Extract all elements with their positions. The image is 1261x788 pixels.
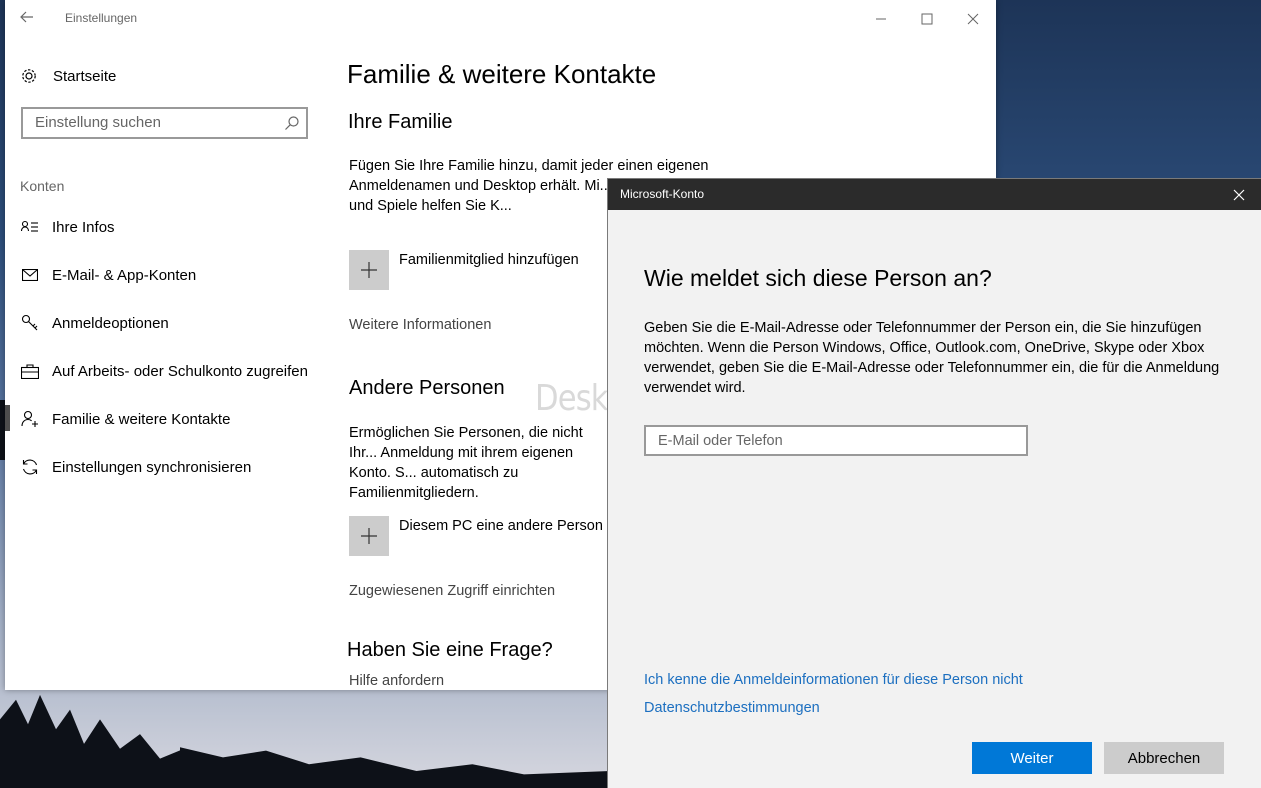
person-info-icon	[20, 217, 40, 237]
maximize-icon	[921, 13, 933, 25]
add-other-person-button[interactable]: Diesem PC eine andere Person h...	[399, 518, 627, 534]
sync-icon	[20, 457, 40, 477]
sidebar-item-arbeits-schulkonto[interactable]: Auf Arbeits- oder Schulkonto zugreifen	[20, 356, 340, 386]
sidebar-item-familie-kontakte[interactable]: Familie & weitere Kontakte	[20, 404, 340, 434]
add-family-member-tile[interactable]	[349, 250, 389, 290]
plus-icon	[361, 528, 377, 544]
dialog-description: Geben Sie die E-Mail-Adresse oder Telefo…	[644, 320, 1220, 396]
family-heading: Ihre Familie	[348, 111, 453, 133]
email-phone-input[interactable]	[656, 432, 1020, 450]
settings-search-input[interactable]	[33, 113, 277, 132]
more-info-link[interactable]: Weitere Informationen	[349, 317, 491, 333]
sidebar-item-label: E-Mail- & App-Konten	[52, 266, 197, 284]
next-button[interactable]: Weiter	[972, 742, 1092, 774]
question-heading: Haben Sie eine Frage?	[347, 639, 553, 661]
sidebar-item-label: Auf Arbeits- oder Schulkonto zugreifen	[52, 362, 308, 380]
home-nav-item[interactable]: Startseite	[20, 62, 116, 90]
key-icon	[20, 313, 40, 333]
back-button[interactable]	[19, 9, 39, 29]
gear-icon	[22, 69, 36, 83]
section-label-konten: Konten	[20, 178, 65, 194]
dialog-close-button[interactable]	[1224, 183, 1254, 207]
sidebar-item-label: Anmeldeoptionen	[52, 314, 169, 332]
dialog-titlebar: Microsoft-Konto	[608, 179, 1261, 210]
no-signin-info-link[interactable]: Ich kenne die Anmeldeinformationen für d…	[644, 672, 1023, 688]
add-other-person-tile[interactable]	[349, 516, 389, 556]
briefcase-icon	[20, 361, 40, 381]
sidebar-item-label: Familie & weitere Kontakte	[52, 410, 231, 428]
close-icon	[967, 13, 979, 25]
settings-search-box[interactable]	[21, 107, 308, 139]
page-title: Familie & weitere Kontakte	[347, 59, 657, 89]
maximize-button[interactable]	[904, 4, 950, 34]
close-button[interactable]	[950, 4, 996, 34]
add-family-member-button[interactable]: Familienmitglied hinzufügen	[399, 252, 579, 268]
privacy-link[interactable]: Datenschutzbestimmungen	[644, 700, 820, 716]
dialog-heading: Wie meldet sich diese Person an?	[644, 265, 992, 291]
back-arrow-icon	[20, 11, 33, 23]
plus-icon	[361, 262, 377, 278]
sidebar-item-email-app-konten[interactable]: E-Mail- & App-Konten	[20, 260, 340, 290]
sidebar-item-label: Ihre Infos	[52, 218, 115, 236]
window-title: Einstellungen	[65, 11, 138, 25]
sidebar-item-anmeldeoptionen[interactable]: Anmeldeoptionen	[20, 308, 340, 338]
sidebar-item-ihre-infos[interactable]: Ihre Infos	[20, 212, 340, 242]
person-add-icon	[20, 409, 40, 429]
minimize-icon	[876, 18, 886, 20]
sidebar-item-label: Einstellungen synchronisieren	[52, 458, 252, 476]
email-phone-field[interactable]	[644, 425, 1028, 456]
cancel-button[interactable]: Abbrechen	[1104, 742, 1224, 774]
other-persons-heading: Andere Personen	[349, 377, 505, 399]
settings-titlebar: Einstellungen	[5, 0, 996, 38]
assigned-access-link[interactable]: Zugewiesenen Zugriff einrichten	[349, 583, 555, 599]
search-icon[interactable]	[284, 115, 300, 131]
other-persons-description: Ermöglichen Sie Personen, die nicht Ihr.…	[349, 425, 583, 501]
mail-icon	[20, 265, 40, 285]
microsoft-account-dialog: Microsoft-Konto Wie meldet sich diese Pe…	[607, 178, 1261, 788]
minimize-button[interactable]	[858, 4, 904, 34]
selected-indicator	[5, 405, 10, 431]
dialog-title: Microsoft-Konto	[620, 187, 705, 201]
help-link[interactable]: Hilfe anfordern	[349, 673, 444, 689]
home-label: Startseite	[53, 67, 117, 85]
close-icon	[1233, 189, 1245, 201]
sidebar-item-synchronisieren[interactable]: Einstellungen synchronisieren	[20, 452, 340, 482]
